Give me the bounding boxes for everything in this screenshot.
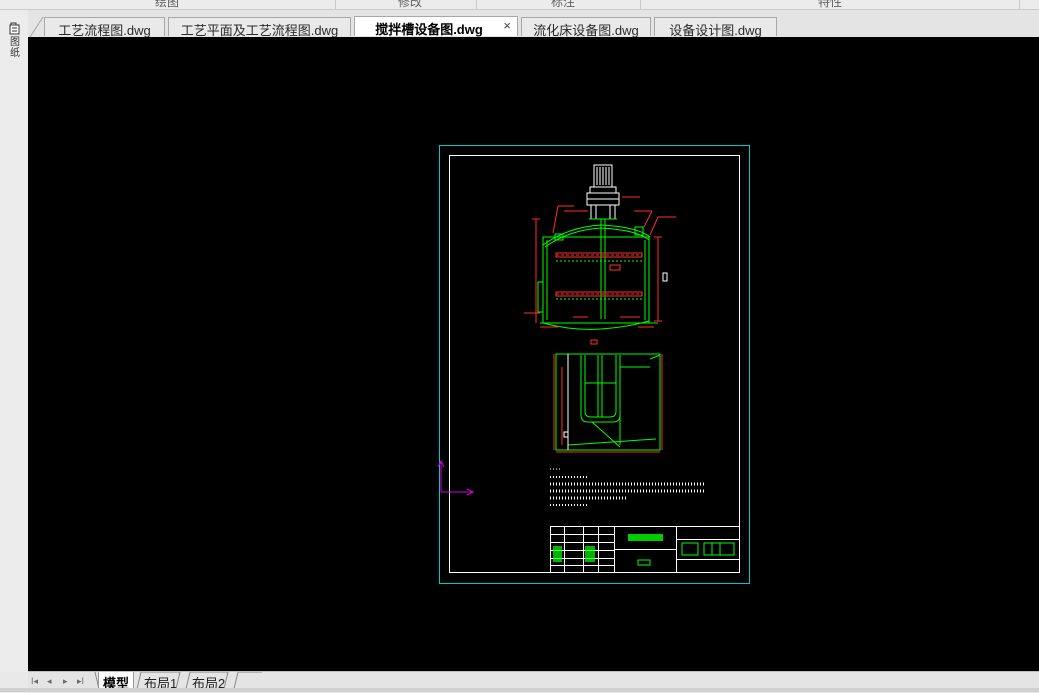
ribbon-group-properties[interactable]: 特性 [785,0,875,9]
drawing-frame [449,155,740,573]
sheet-set-palette: 图纸 [0,10,29,672]
sheet-palette-label[interactable]: 图纸 [9,37,21,59]
ribbon-panel-labels: 绘图 修改 标注 特性 [0,0,1039,10]
first-layout-icon[interactable]: I◂ [31,676,38,687]
tab-fluidized-bed[interactable]: 流化床设备图.dwg [521,17,651,38]
ribbon-group-annotate[interactable]: 标注 [518,0,608,9]
tab-process-flow[interactable]: 工艺流程图.dwg [44,17,165,38]
tab-equipment-design[interactable]: 设备设计图.dwg [654,17,777,38]
last-layout-icon[interactable]: ▸I [77,676,84,687]
next-layout-icon[interactable]: ▸ [63,676,68,687]
ribbon-divider [476,0,477,9]
title-block [550,526,740,573]
tank-side-view [553,339,663,453]
sheet-border [439,145,750,584]
tab-label: 工艺平面及工艺流程图.dwg [180,23,339,38]
tab-label: 工艺流程图.dwg [58,23,151,38]
ribbon-group-modify[interactable]: 修改 [365,0,455,9]
tab-agitator-tank[interactable]: 搅拌槽设备图.dwg × [354,16,518,37]
tab-label: 搅拌槽设备图.dwg [375,22,483,37]
close-icon[interactable]: × [503,18,511,33]
ribbon-divider [335,0,336,9]
prev-layout-icon[interactable]: ◂ [47,676,52,687]
ribbon-group-draw[interactable]: 绘图 [122,0,212,9]
ribbon-divider [640,0,641,9]
sheet-manager-icon[interactable] [8,22,21,35]
cad-drawing [437,145,750,584]
tab-label: 流化床设备图.dwg [533,23,639,38]
model-space-canvas[interactable] [28,37,1039,671]
technical-notes [550,468,706,506]
ucs-icon [437,459,475,496]
document-tab-bar: 工艺流程图.dwg 工艺平面及工艺流程图.dwg 搅拌槽设备图.dwg × 流化… [28,10,1039,38]
tank-elevation-view [524,164,676,330]
ribbon-divider [1019,0,1020,9]
tab-process-plan-flow[interactable]: 工艺平面及工艺流程图.dwg [168,17,351,38]
status-strip [0,688,1039,692]
tab-label: 设备设计图.dwg [669,23,762,38]
